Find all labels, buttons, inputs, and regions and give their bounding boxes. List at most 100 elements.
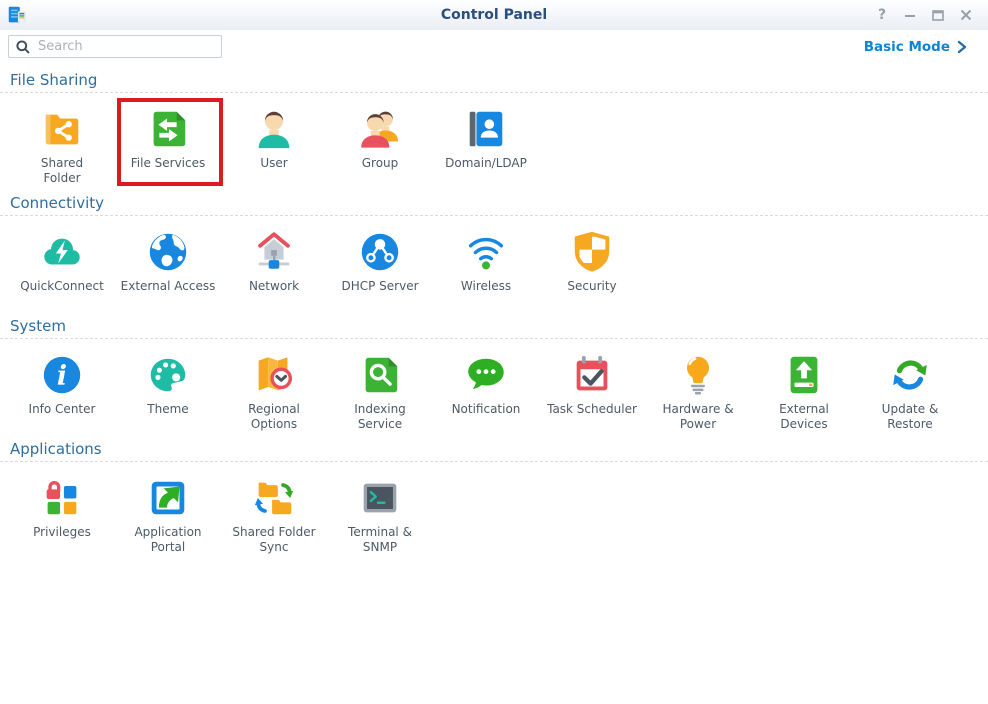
basic-mode-link[interactable]: Basic Mode	[864, 39, 968, 55]
wireless-icon	[463, 229, 509, 275]
search-icon	[15, 39, 31, 55]
section-divider	[0, 338, 988, 339]
section-applications: Applications Privileges Application Portal…	[0, 440, 988, 555]
regional-options-icon	[251, 352, 297, 398]
item-external-access[interactable]: External Access	[115, 229, 221, 309]
section-header: Applications	[10, 440, 988, 458]
item-label: Regional Options	[248, 402, 300, 432]
application-portal-icon	[145, 475, 191, 521]
item-terminal-snmp[interactable]: Terminal & SNMP	[327, 475, 433, 555]
item-label: Domain/LDAP	[445, 156, 527, 171]
chevron-right-icon	[957, 40, 968, 54]
svg-text:i: i	[57, 361, 67, 392]
item-label: Application Portal	[134, 525, 201, 555]
item-domain-ldap[interactable]: Domain/LDAP	[433, 106, 539, 186]
dhcp-server-icon	[357, 229, 403, 275]
item-shared-folder-sync[interactable]: Shared Folder Sync	[221, 475, 327, 555]
quickconnect-icon	[39, 229, 85, 275]
domain-ldap-icon	[463, 106, 509, 152]
item-group[interactable]: Group	[327, 106, 433, 186]
section-file-sharing: File Sharing Shared Folder File Services Us…	[0, 71, 988, 186]
item-update-restore[interactable]: Update & Restore	[857, 352, 963, 432]
security-icon	[569, 229, 615, 275]
item-label: Terminal & SNMP	[348, 525, 412, 555]
section-grid: QuickConnect External Access Network DHCP S…	[0, 229, 988, 309]
item-label: User	[260, 156, 287, 171]
item-info-center[interactable]: iInfo Center	[9, 352, 115, 432]
item-wireless[interactable]: Wireless	[433, 229, 539, 309]
file-services-icon	[145, 106, 191, 152]
search-input[interactable]	[8, 35, 222, 58]
terminal-snmp-icon	[357, 475, 403, 521]
section-header: File Sharing	[10, 71, 988, 89]
item-security[interactable]: Security	[539, 229, 645, 309]
info-center-icon: i	[39, 352, 85, 398]
section-header: System	[10, 317, 988, 335]
section-divider	[0, 92, 988, 93]
maximize-icon[interactable]	[930, 7, 946, 23]
window-controls: ?	[874, 7, 988, 23]
item-dhcp-server[interactable]: DHCP Server	[327, 229, 433, 309]
item-regional-options[interactable]: Regional Options	[221, 352, 327, 432]
task-scheduler-icon	[569, 352, 615, 398]
external-devices-icon	[781, 352, 827, 398]
item-label: Wireless	[461, 279, 511, 294]
titlebar: Control Panel ?	[0, 0, 988, 30]
item-label: Privileges	[33, 525, 91, 540]
item-label: Group	[362, 156, 399, 171]
item-label: Task Scheduler	[547, 402, 637, 417]
minimize-icon[interactable]	[902, 7, 918, 23]
section-grid: iInfo Center Theme Regional Options Indexin…	[0, 352, 988, 432]
item-label: Network	[249, 279, 299, 294]
item-theme[interactable]: Theme	[115, 352, 221, 432]
section-grid: Shared Folder File Services User Group Domai…	[0, 106, 988, 186]
item-label: Update & Restore	[882, 402, 939, 432]
item-label: Hardware & Power	[662, 402, 733, 432]
item-label: Shared Folder Sync	[232, 525, 315, 555]
item-label: Notification	[452, 402, 521, 417]
control-panel-window: Control Panel ? Basic Mode	[0, 0, 988, 704]
close-icon[interactable]	[958, 7, 974, 23]
item-hardware-power[interactable]: Hardware & Power	[645, 352, 751, 432]
toolbar: Basic Mode	[0, 30, 988, 60]
item-indexing-service[interactable]: Indexing Service	[327, 352, 433, 432]
control-panel-content: File Sharing Shared Folder File Services Us…	[0, 71, 988, 555]
item-privileges[interactable]: Privileges	[9, 475, 115, 555]
user-icon	[251, 106, 297, 152]
item-notification[interactable]: Notification	[433, 352, 539, 432]
item-application-portal[interactable]: Application Portal	[115, 475, 221, 555]
shared-folder-sync-icon	[251, 475, 297, 521]
window-title: Control Panel	[0, 7, 988, 23]
hardware-power-icon	[675, 352, 721, 398]
control-panel-icon	[6, 4, 28, 26]
item-task-scheduler[interactable]: Task Scheduler	[539, 352, 645, 432]
item-label: Indexing Service	[354, 402, 406, 432]
update-restore-icon	[887, 352, 933, 398]
network-icon	[251, 229, 297, 275]
item-label: QuickConnect	[20, 279, 104, 294]
basic-mode-label: Basic Mode	[864, 39, 950, 55]
item-label: External Devices	[779, 402, 829, 432]
item-user[interactable]: User	[221, 106, 327, 186]
privileges-icon	[39, 475, 85, 521]
item-label: Theme	[147, 402, 188, 417]
group-icon	[357, 106, 403, 152]
item-label: File Services	[131, 156, 206, 171]
theme-icon	[145, 352, 191, 398]
section-connectivity: ConnectivityQuickConnectExternal AccessN…	[0, 194, 988, 309]
help-icon[interactable]: ?	[874, 7, 890, 23]
item-label: Shared Folder	[41, 156, 83, 186]
search-box	[8, 35, 222, 58]
section-divider	[0, 461, 988, 462]
item-external-devices[interactable]: External Devices	[751, 352, 857, 432]
item-label: External Access	[121, 279, 216, 294]
section-system: System iInfo Center Theme Regional Options I…	[0, 317, 988, 432]
indexing-service-icon	[357, 352, 403, 398]
section-grid: Privileges Application Portal Shared Folde…	[0, 475, 988, 555]
item-file-services[interactable]: File Services	[115, 106, 221, 186]
item-network[interactable]: Network	[221, 229, 327, 309]
item-quickconnect[interactable]: QuickConnect	[9, 229, 115, 309]
external-access-icon	[145, 229, 191, 275]
item-shared-folder[interactable]: Shared Folder	[9, 106, 115, 186]
item-label: DHCP Server	[341, 279, 418, 294]
